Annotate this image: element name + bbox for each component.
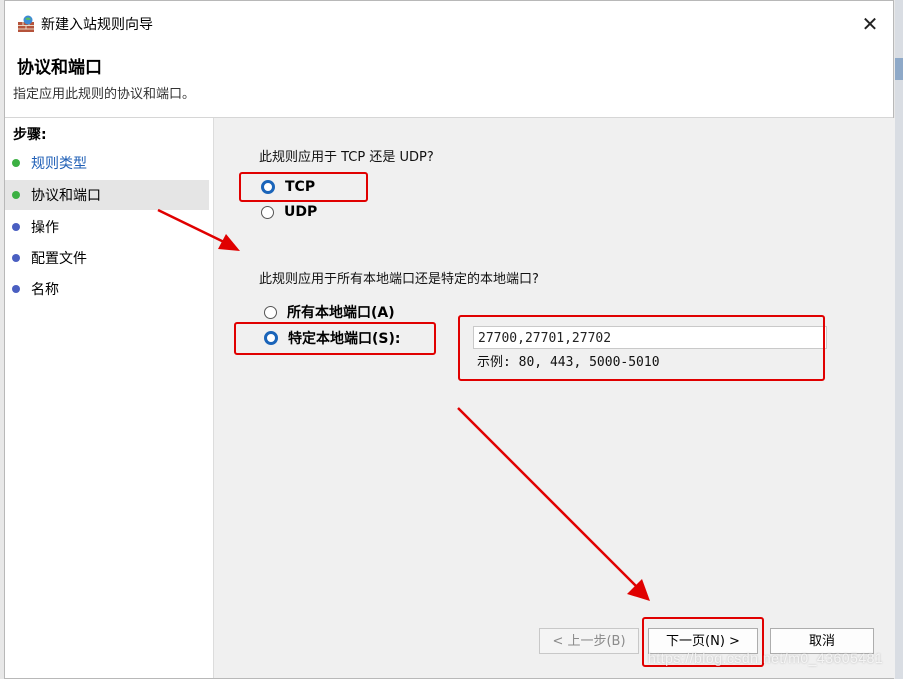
page-header: 协议和端口 指定应用此规则的协议和端口。 <box>5 45 893 118</box>
window-title: 新建入站规则向导 <box>41 17 153 33</box>
background-window-accent <box>895 58 903 80</box>
page-title: 协议和端口 <box>17 58 102 78</box>
annotation-box-tcp <box>239 172 368 202</box>
step-label: 协议和端口 <box>31 188 101 204</box>
step-current-dot-icon <box>12 191 20 199</box>
radio-unchecked-icon <box>261 205 274 219</box>
firewall-icon <box>17 15 35 33</box>
main-content: 此规则应用于 TCP 还是 UDP? TCP UDP 此规则应用于所有本地端口还… <box>215 118 895 678</box>
step-pending-dot-icon <box>12 254 20 262</box>
protocol-question: 此规则应用于 TCP 还是 UDP? <box>259 150 434 165</box>
page-subtitle: 指定应用此规则的协议和端口。 <box>13 87 196 102</box>
steps-heading: 步骤: <box>13 127 47 143</box>
annotation-box-ports-input <box>458 315 825 381</box>
back-button[interactable]: < 上一步(B) <box>539 628 639 654</box>
watermark-text: https://blog.csdn.net/m0_43605481 <box>648 650 884 666</box>
step-profile: 配置文件 <box>5 243 209 273</box>
title-bar[interactable]: 新建入站规则向导 ✕ <box>5 1 893 45</box>
step-name: 名称 <box>5 274 209 304</box>
radio-label: UDP <box>284 204 318 220</box>
steps-sidebar: 步骤: 规则类型 协议和端口 操作 配置文件 名称 <box>5 118 214 678</box>
close-icon[interactable]: ✕ <box>857 11 883 37</box>
step-label[interactable]: 规则类型 <box>31 153 87 173</box>
annotation-box-specific-ports <box>234 322 436 355</box>
step-pending-dot-icon <box>12 285 20 293</box>
step-pending-dot-icon <box>12 223 20 231</box>
radio-unchecked-icon <box>264 305 277 319</box>
step-rule-type[interactable]: 规则类型 <box>5 148 209 178</box>
step-label: 配置文件 <box>31 251 87 267</box>
step-protocol-ports: 协议和端口 <box>5 180 209 210</box>
step-label: 操作 <box>31 220 59 236</box>
step-label: 名称 <box>31 282 59 298</box>
ports-question: 此规则应用于所有本地端口还是特定的本地端口? <box>259 272 539 287</box>
step-done-dot-icon <box>12 159 20 167</box>
radio-label: 所有本地端口(A) <box>287 305 395 321</box>
background-window-edge <box>895 0 903 679</box>
radio-udp[interactable]: UDP <box>261 204 317 220</box>
radio-all-ports[interactable]: 所有本地端口(A) <box>264 302 395 322</box>
step-action: 操作 <box>5 212 209 242</box>
